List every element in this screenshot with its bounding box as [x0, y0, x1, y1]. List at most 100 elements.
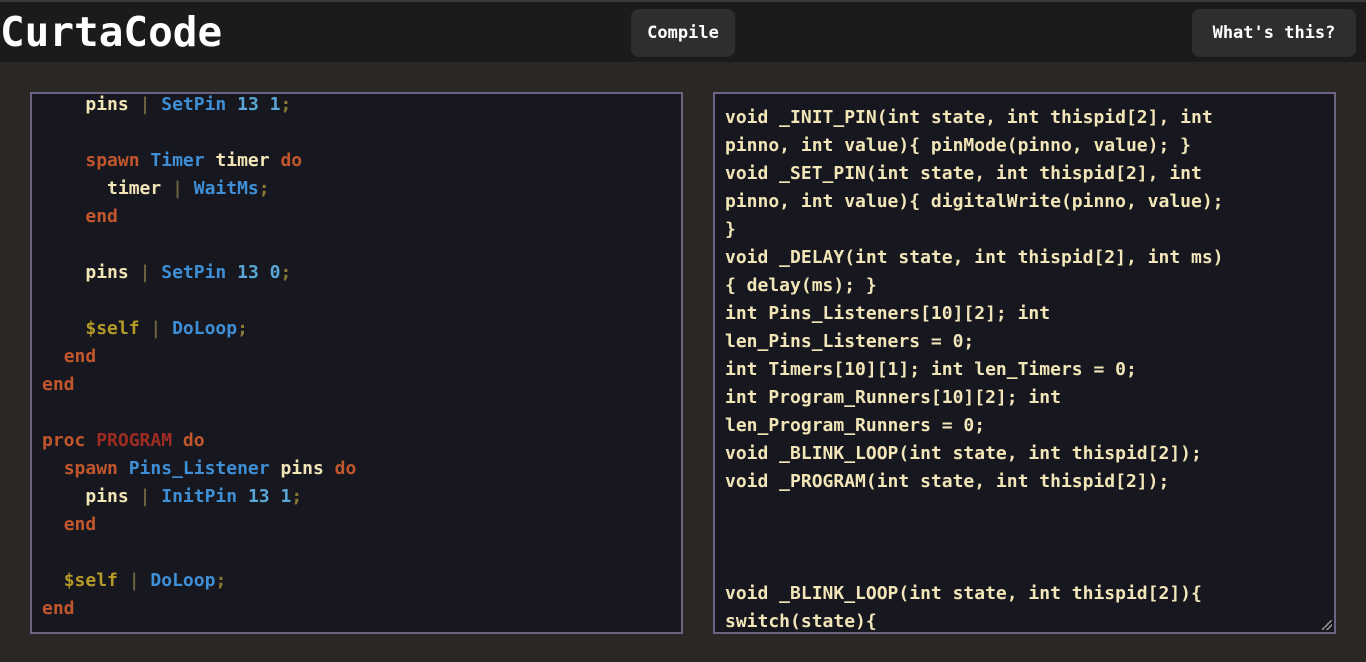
- code-token: pins: [85, 94, 129, 115]
- compiled-output-textarea[interactable]: void _INIT_PIN(int state, int thispid[2]…: [713, 92, 1336, 634]
- code-token: PROGRAM: [96, 430, 173, 451]
- code-token: |: [139, 94, 151, 115]
- code-token: end: [63, 346, 97, 367]
- code-token: pins: [85, 486, 129, 507]
- code-token: pins: [280, 458, 324, 479]
- top-bar: CurtaCode Compile What's this?: [0, 0, 1366, 62]
- code-token: $self: [63, 570, 118, 591]
- code-token: SetPin: [161, 94, 227, 115]
- code-token: |: [139, 486, 151, 507]
- code-token: timer: [215, 150, 270, 171]
- code-token: do: [334, 458, 357, 479]
- whats-this-button[interactable]: What's this?: [1192, 9, 1356, 57]
- code-token: 13: [237, 94, 259, 115]
- code-token: Pins_Listener: [128, 458, 270, 479]
- source-code: pins | SetPin 13 1; spawn Timer timer do…: [42, 94, 357, 623]
- code-token: WaitMs: [193, 178, 259, 199]
- code-line: $self | DoLoop;: [42, 315, 356, 343]
- code-token: ;: [280, 262, 292, 283]
- code-token: do: [280, 150, 303, 171]
- code-token: end: [42, 598, 75, 619]
- code-token: end: [63, 514, 97, 535]
- code-token: 13: [237, 262, 259, 283]
- app-logo: CurtaCode: [0, 8, 223, 56]
- resize-handle-icon[interactable]: [1322, 620, 1332, 630]
- code-token: spawn: [85, 150, 140, 171]
- code-token: DoLoop: [150, 570, 216, 591]
- code-token: ;: [291, 486, 303, 507]
- code-line: pins | SetPin 13 1;: [42, 94, 356, 119]
- code-token: SetPin: [161, 262, 227, 283]
- code-line: spawn Pins_Listener pins do: [42, 455, 357, 483]
- code-token: 1: [269, 94, 281, 115]
- code-token: end: [85, 206, 118, 227]
- code-token: $self: [85, 318, 140, 339]
- code-line: end: [42, 371, 356, 399]
- code-token: 1: [280, 486, 292, 507]
- code-token: proc: [42, 430, 86, 451]
- code-line: end: [42, 511, 356, 539]
- code-token: Timer: [150, 150, 205, 171]
- code-line: end: [42, 595, 356, 623]
- compiled-output-text: void _INIT_PIN(int state, int thispid[2]…: [725, 107, 1224, 632]
- code-token: |: [172, 178, 183, 199]
- code-token: InitPin: [161, 486, 238, 507]
- source-code-editor[interactable]: pins | SetPin 13 1; spawn Timer timer do…: [30, 92, 683, 634]
- compile-button[interactable]: Compile: [631, 9, 735, 57]
- code-line: pins | SetPin 13 0;: [42, 259, 356, 287]
- code-token: |: [150, 318, 162, 339]
- code-token: |: [128, 570, 140, 591]
- code-token: do: [182, 430, 205, 451]
- code-line: end: [42, 203, 356, 231]
- code-line: timer | WaitMs;: [42, 175, 356, 203]
- code-token: pins: [85, 262, 129, 283]
- code-line: pins | InitPin 13 1;: [42, 483, 356, 511]
- code-token: end: [42, 374, 75, 395]
- code-token: 0: [269, 262, 281, 283]
- code-line: end: [42, 343, 356, 371]
- code-line: spawn Timer timer do: [42, 147, 356, 175]
- code-token: DoLoop: [172, 318, 238, 339]
- code-token: ;: [237, 318, 248, 339]
- code-line: $self | DoLoop;: [42, 567, 356, 595]
- code-token: spawn: [63, 458, 118, 479]
- code-token: 13: [247, 486, 270, 507]
